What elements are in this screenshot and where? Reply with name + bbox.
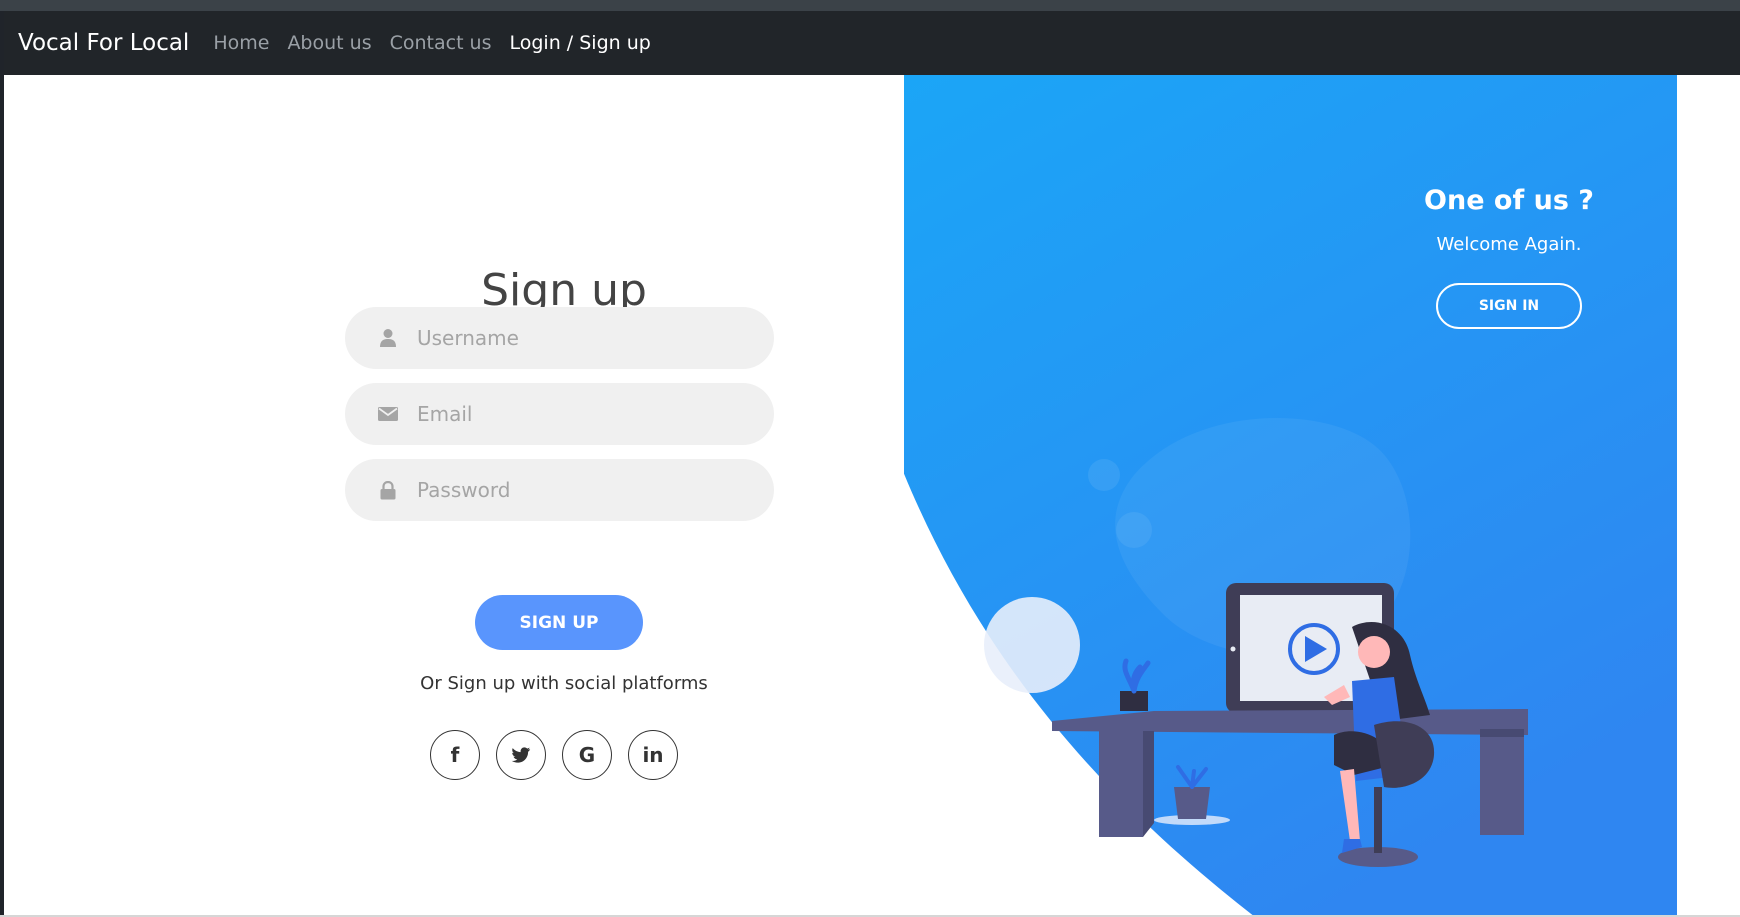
email-input[interactable] [415, 401, 774, 427]
main-canvas: Sign up SIGN UP Or Sign up with social p… [4, 75, 1740, 917]
linkedin-glyph: in [642, 743, 664, 767]
nav-about[interactable]: About us [287, 32, 371, 54]
twitter-bird-glyph [511, 746, 531, 763]
blob-dot [1116, 512, 1152, 548]
panel-title: One of us ? [1424, 185, 1594, 216]
signup-button[interactable]: SIGN UP [475, 595, 643, 650]
user-icon [373, 328, 403, 348]
email-field[interactable] [345, 383, 774, 445]
nav-contact[interactable]: Contact us [390, 32, 492, 54]
twitter-icon[interactable] [496, 730, 546, 780]
blob-circle [984, 597, 1080, 693]
envelope-icon [373, 407, 403, 421]
nav-login-signup[interactable]: Login / Sign up [510, 32, 651, 54]
navbar: Vocal For Local Home About us Contact us… [4, 11, 1740, 75]
nav-home[interactable]: Home [213, 32, 269, 54]
window-top-strip [0, 0, 1740, 11]
panel-text: Welcome Again. [1436, 234, 1582, 255]
brand-logo[interactable]: Vocal For Local [18, 30, 189, 56]
social-buttons: f G in [430, 730, 678, 780]
google-glyph: G [578, 743, 596, 767]
password-input[interactable] [415, 477, 774, 503]
facebook-glyph: f [450, 743, 460, 767]
social-signup-text: Or Sign up with social platforms [420, 673, 708, 694]
signin-panel: One of us ? Welcome Again. SIGN IN [1414, 185, 1604, 329]
username-input[interactable] [415, 325, 774, 351]
lock-icon [373, 480, 403, 500]
facebook-icon[interactable]: f [430, 730, 480, 780]
username-field[interactable] [345, 307, 774, 369]
linkedin-icon[interactable]: in [628, 730, 678, 780]
signin-button[interactable]: SIGN IN [1436, 283, 1582, 329]
google-icon[interactable]: G [562, 730, 612, 780]
blob-dot [1088, 459, 1120, 491]
password-field[interactable] [345, 459, 774, 521]
